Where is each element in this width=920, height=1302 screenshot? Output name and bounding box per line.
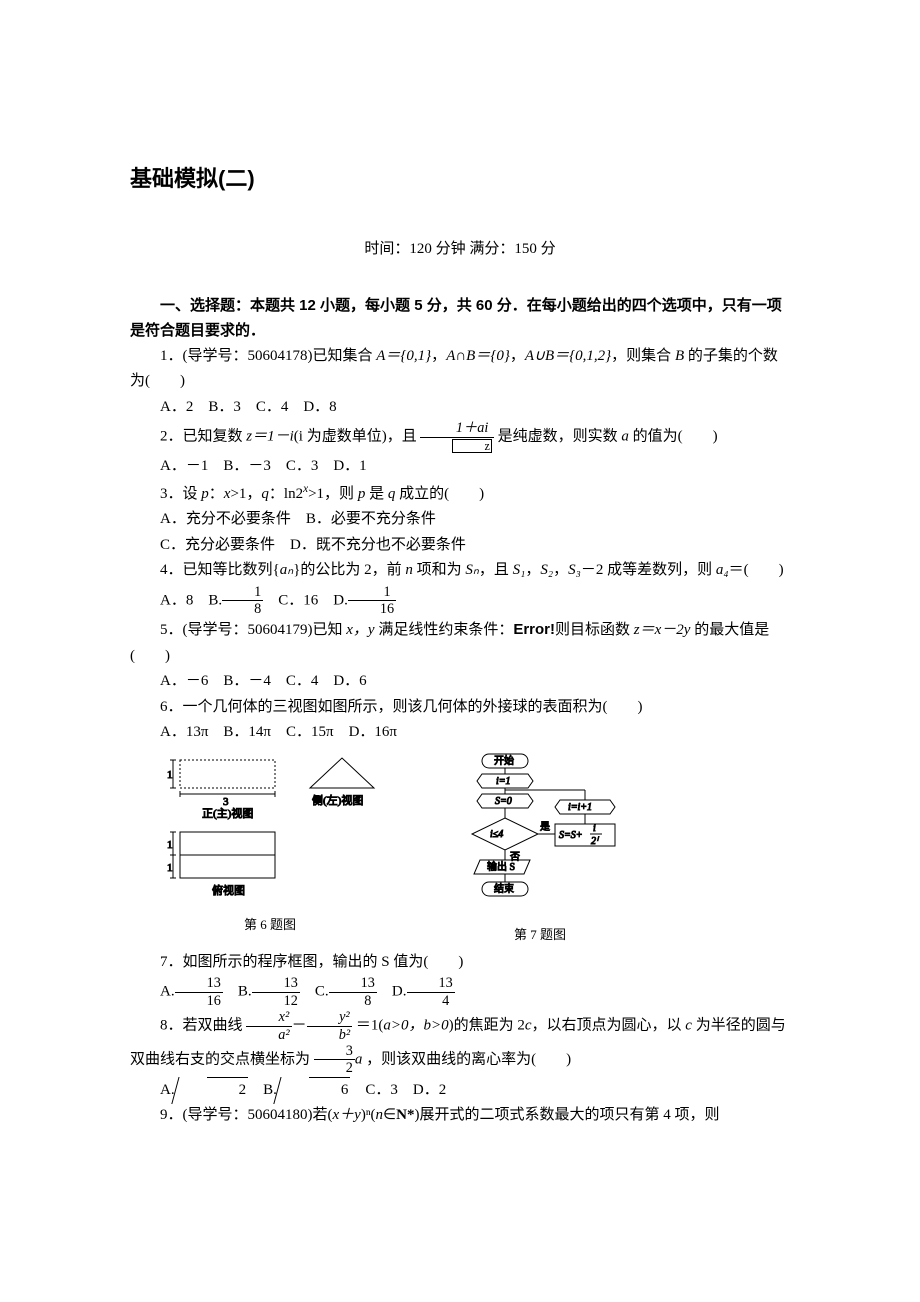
figure-q7: 开始 i=1 S=0 i≤4 是: [440, 752, 640, 946]
section-1-heading: 一、选择题：本题共 12 小题，每小题 5 分，共 60 分．在每小题给出的四个…: [130, 293, 790, 344]
svg-text:1: 1: [167, 839, 173, 851]
question-6-options: A．13π B．14π C．15π D．16π: [130, 720, 790, 746]
question-8-options: A.2 B.6 C．3 D．2: [130, 1077, 790, 1104]
error-placeholder: Error!: [513, 621, 555, 638]
svg-text:结束: 结束: [494, 882, 514, 895]
svg-text:i=1: i=1: [496, 776, 511, 787]
full-score: 满分：150 分: [469, 241, 555, 257]
question-8: 8．若双曲线 x²a²－y²b² ＝1(a>0，b>0)的焦距为 2c，以右顶点…: [130, 1009, 790, 1077]
question-3: 3．设 p：x>1，q：ln2x>1，则 p 是 q 成立的( ): [130, 480, 790, 508]
question-2: 2．已知复数 z＝1－i(i 为虚数单位)，且 1＋ai z 是纯虚数，则实数 …: [130, 420, 790, 454]
svg-text:侧(左)视图: 侧(左)视图: [312, 793, 363, 807]
svg-text:S=S+: S=S+: [559, 830, 583, 841]
figure-q7-caption: 第 7 题图: [440, 924, 640, 946]
svg-text:3: 3: [223, 796, 229, 808]
question-1-options: A．2 B．3 C．4 D．8: [130, 395, 790, 421]
svg-text:S=0: S=0: [495, 796, 512, 807]
exam-meta: 时间：120 分钟 满分：150 分: [130, 237, 790, 263]
time-limit: 时间：120 分钟: [364, 241, 465, 257]
question-5-options: A．－6 B．－4 C．4 D．6: [130, 669, 790, 695]
svg-text:i≤4: i≤4: [490, 829, 503, 840]
svg-text:是: 是: [540, 821, 550, 833]
question-6: 6．一个几何体的三视图如图所示，则该几何体的外接球的表面积为( ): [130, 695, 790, 721]
svg-text:i: i: [593, 823, 596, 834]
question-4: 4．已知等比数列{aₙ}的公比为 2，前 n 项和为 Sₙ，且 S₁，S₂，S₃…: [130, 558, 790, 584]
figure-q6-caption: 第 6 题图: [160, 914, 380, 936]
question-9: 9．(导学号：50604180)若(x＋y)ⁿ(n∈N*)展开式的二项式系数最大…: [130, 1103, 790, 1129]
svg-text:i=i+1: i=i+1: [568, 802, 592, 813]
question-7: 7．如图所示的程序框图，输出的 S 值为( ): [130, 950, 790, 976]
svg-text:开始: 开始: [494, 754, 514, 767]
question-3-options-ab: A．充分不必要条件 B．必要不充分条件: [130, 507, 790, 533]
svg-text:1: 1: [167, 862, 173, 874]
question-5: 5．(导学号：50604179)已知 x，y 满足线性约束条件：Error!则目…: [130, 617, 790, 669]
fraction: 1＋ai z: [420, 420, 493, 454]
svg-text:2ⁱ: 2ⁱ: [591, 836, 600, 847]
svg-text:1: 1: [167, 769, 173, 781]
question-3-options-cd: C．充分必要条件 D．既不充分也不必要条件: [130, 533, 790, 559]
figure-q6: 1 3 正(主)视图 侧(左)视图 1: [160, 752, 380, 946]
question-2-options: A．－1 B．－3 C．3 D．1: [130, 454, 790, 480]
question-7-options: A.1316 B.1312 C.138 D.134: [130, 975, 790, 1009]
svg-text:俯视图: 俯视图: [212, 883, 245, 897]
svg-text:输出 S: 输出 S: [487, 860, 515, 873]
page-title: 基础模拟(二): [130, 160, 790, 197]
question-1: 1．(导学号：50604178)已知集合 A＝{0,1}，A∩B＝{0}，A∪B…: [130, 344, 790, 395]
svg-text:正(主)视图: 正(主)视图: [202, 806, 253, 820]
question-4-options: A．8 B.18 C．16 D.116: [130, 584, 790, 618]
